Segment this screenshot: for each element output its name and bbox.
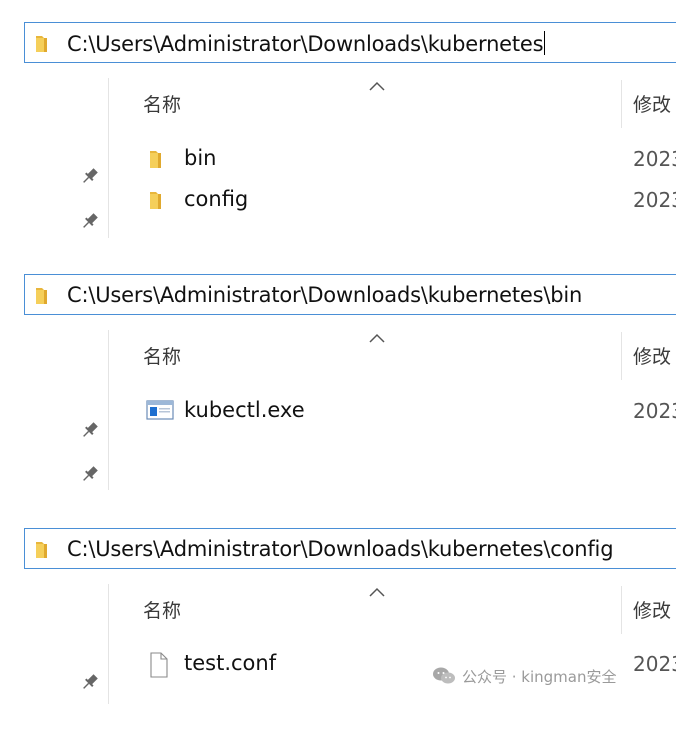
list-item[interactable]: bin 2023 bbox=[146, 144, 676, 176]
item-name: test.conf bbox=[184, 651, 277, 675]
watermark-text: 公众号 · kingman安全 bbox=[462, 668, 617, 686]
document-icon bbox=[146, 652, 170, 682]
pin-icon[interactable] bbox=[80, 420, 100, 444]
pin-icon[interactable] bbox=[80, 672, 100, 696]
item-date: 2023 bbox=[633, 188, 676, 212]
column-divider[interactable] bbox=[621, 332, 622, 380]
address-path[interactable]: C:\Users\Administrator\Downloads\kuberne… bbox=[67, 31, 546, 56]
pin-icon[interactable] bbox=[80, 211, 100, 235]
list-item[interactable]: kubectl.exe 2023 bbox=[146, 396, 676, 428]
column-header-modified[interactable]: 修改 bbox=[633, 342, 671, 369]
column-divider[interactable] bbox=[621, 80, 622, 128]
sort-up-icon[interactable] bbox=[369, 76, 385, 95]
navigation-divider bbox=[108, 78, 109, 238]
pin-icon[interactable] bbox=[80, 166, 100, 190]
item-date: 2023 bbox=[633, 652, 676, 676]
column-header-name[interactable]: 名称 bbox=[143, 342, 181, 369]
navigation-divider bbox=[108, 330, 109, 490]
item-name: bin bbox=[184, 146, 217, 170]
text-cursor bbox=[544, 31, 546, 55]
navigation-divider bbox=[108, 584, 109, 704]
column-divider[interactable] bbox=[621, 586, 622, 634]
list-item[interactable]: config 2023 bbox=[146, 185, 676, 217]
explorer-panel-kubernetes: C:\Users\Administrator\Downloads\kuberne… bbox=[0, 22, 676, 242]
sort-up-icon[interactable] bbox=[369, 582, 385, 601]
column-header-name[interactable]: 名称 bbox=[143, 90, 181, 117]
sort-up-icon[interactable] bbox=[369, 328, 385, 347]
item-name: kubectl.exe bbox=[184, 398, 305, 422]
folder-icon bbox=[33, 32, 55, 58]
folder-icon bbox=[33, 284, 55, 310]
item-date: 2023 bbox=[633, 147, 676, 171]
address-path[interactable]: C:\Users\Administrator\Downloads\kuberne… bbox=[67, 283, 582, 307]
column-header-name[interactable]: 名称 bbox=[143, 596, 181, 623]
explorer-panel-config: C:\Users\Administrator\Downloads\kuberne… bbox=[0, 528, 676, 748]
wechat-icon bbox=[432, 666, 456, 690]
column-header-modified[interactable]: 修改 bbox=[633, 596, 671, 623]
address-bar[interactable]: C:\Users\Administrator\Downloads\kuberne… bbox=[24, 274, 676, 315]
exe-icon bbox=[146, 399, 174, 425]
folder-icon bbox=[33, 538, 55, 564]
item-date: 2023 bbox=[633, 399, 676, 423]
item-name: config bbox=[184, 187, 249, 211]
folder-icon bbox=[146, 147, 170, 175]
column-header-modified[interactable]: 修改 bbox=[633, 90, 671, 117]
address-bar[interactable]: C:\Users\Administrator\Downloads\kuberne… bbox=[24, 22, 676, 63]
address-bar[interactable]: C:\Users\Administrator\Downloads\kuberne… bbox=[24, 528, 676, 569]
address-path[interactable]: C:\Users\Administrator\Downloads\kuberne… bbox=[67, 537, 614, 561]
folder-icon bbox=[146, 188, 170, 216]
pin-icon[interactable] bbox=[80, 464, 100, 488]
explorer-panel-bin: C:\Users\Administrator\Downloads\kuberne… bbox=[0, 274, 676, 494]
